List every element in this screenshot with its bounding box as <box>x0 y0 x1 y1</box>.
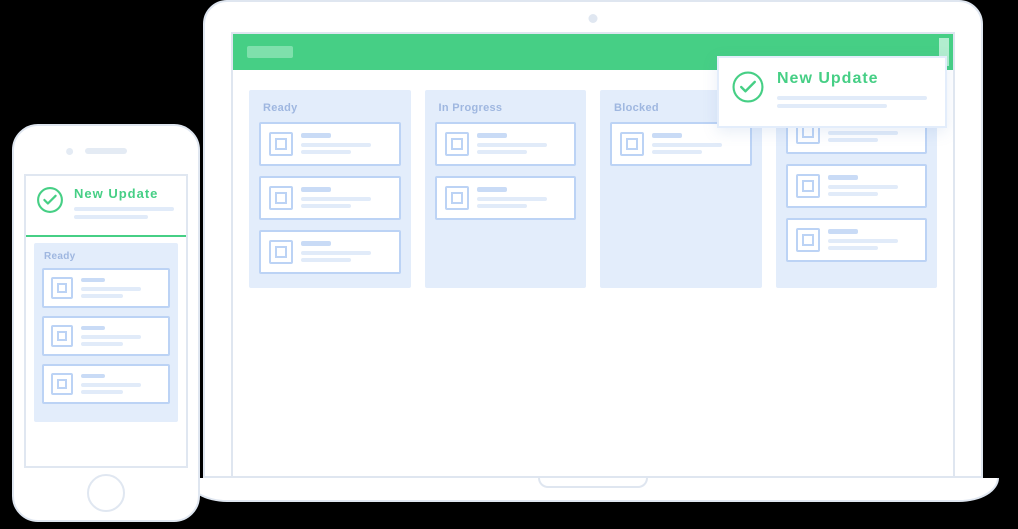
laptop-trackpad-notch <box>538 478 648 488</box>
kanban-card[interactable] <box>259 176 401 220</box>
card-thumb-icon <box>445 132 469 156</box>
check-circle-icon <box>731 70 765 104</box>
phone-device: New Update Ready <box>12 124 200 522</box>
card-text-placeholder <box>301 240 391 264</box>
notification-toast[interactable]: New Update <box>717 56 947 128</box>
kanban-column-in-progress[interactable]: In Progress <box>425 90 587 288</box>
notification-title: New Update <box>74 186 176 201</box>
laptop-camera-icon <box>589 14 598 23</box>
desktop-app-viewport: New Update Ready <box>231 32 955 476</box>
card-thumb-icon <box>51 277 73 299</box>
card-text-placeholder <box>652 132 742 156</box>
kanban-card[interactable] <box>42 268 170 308</box>
phone-home-button[interactable] <box>87 474 125 512</box>
laptop-bezel: New Update Ready <box>203 0 983 478</box>
card-text-placeholder <box>81 373 161 395</box>
app-logo-placeholder <box>247 46 293 58</box>
card-thumb-icon <box>269 186 293 210</box>
phone-sensor-icon <box>66 148 73 155</box>
mobile-app-viewport: New Update Ready <box>24 174 188 468</box>
card-thumb-icon <box>445 186 469 210</box>
card-text-placeholder <box>477 186 567 210</box>
card-text-placeholder <box>828 174 918 198</box>
card-text-placeholder <box>81 325 161 347</box>
notification-toast[interactable]: New Update <box>26 176 186 237</box>
notification-body: New Update <box>777 70 931 112</box>
kanban-column-ready[interactable]: Ready <box>34 243 178 422</box>
text-placeholder-line <box>74 215 148 219</box>
kanban-card[interactable] <box>259 230 401 274</box>
text-placeholder-line <box>74 207 174 211</box>
card-thumb-icon <box>269 240 293 264</box>
card-text-placeholder <box>301 186 391 210</box>
kanban-column-ready[interactable]: Ready <box>249 90 411 288</box>
kanban-card[interactable] <box>786 164 928 208</box>
card-thumb-icon <box>51 373 73 395</box>
card-thumb-icon <box>269 132 293 156</box>
text-placeholder-line <box>777 96 927 100</box>
card-text-placeholder <box>301 132 391 156</box>
phone-speaker-icon <box>85 148 127 154</box>
notification-body: New Update <box>74 186 176 223</box>
text-placeholder-line <box>777 104 887 108</box>
card-thumb-icon <box>51 325 73 347</box>
kanban-card[interactable] <box>42 364 170 404</box>
kanban-board: Ready <box>26 237 186 466</box>
card-text-placeholder <box>828 228 918 252</box>
card-thumb-icon <box>796 174 820 198</box>
kanban-card[interactable] <box>42 316 170 356</box>
column-title: Ready <box>259 100 401 122</box>
notification-title: New Update <box>777 70 931 88</box>
column-title: Ready <box>42 249 170 268</box>
kanban-card[interactable] <box>435 122 577 166</box>
laptop-base <box>187 478 999 502</box>
kanban-card[interactable] <box>435 176 577 220</box>
card-text-placeholder <box>477 132 567 156</box>
kanban-card[interactable] <box>786 218 928 262</box>
card-text-placeholder <box>81 277 161 299</box>
laptop-device: New Update Ready <box>203 0 983 502</box>
card-thumb-icon <box>796 228 820 252</box>
card-thumb-icon <box>620 132 644 156</box>
kanban-card[interactable] <box>259 122 401 166</box>
check-circle-icon <box>36 186 64 214</box>
kanban-card[interactable] <box>610 122 752 166</box>
column-title: In Progress <box>435 100 577 122</box>
